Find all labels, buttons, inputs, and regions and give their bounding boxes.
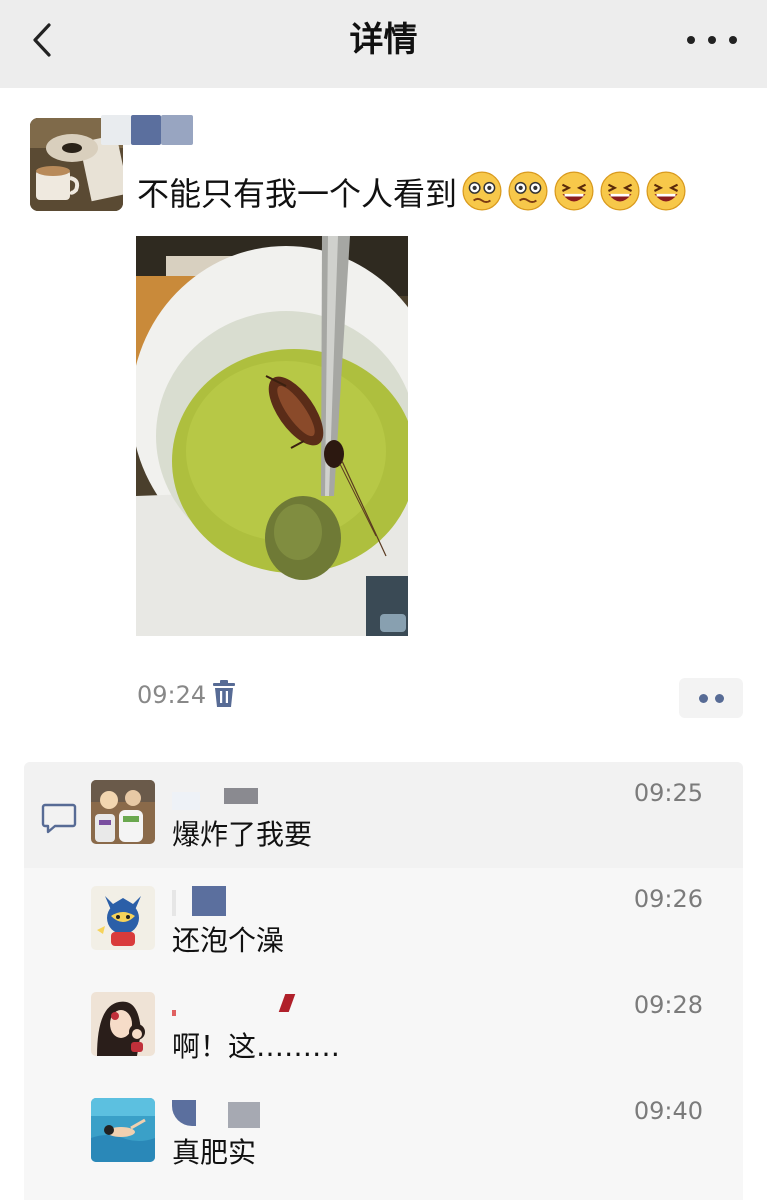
action-dot — [698, 693, 708, 703]
commenter-avatar[interactable] — [91, 886, 155, 950]
laughing-crying-face-icon — [600, 171, 640, 211]
comment-time: 09:40 — [633, 1097, 703, 1125]
commenter-name-redacted — [172, 994, 312, 1022]
comment-time: 09:26 — [633, 885, 703, 913]
more-dot — [729, 36, 737, 44]
commenter-name-redacted — [172, 886, 312, 916]
comment-time: 09:28 — [633, 991, 703, 1019]
page-title: 详情 — [349, 20, 418, 60]
woozy-face-icon — [462, 171, 502, 211]
photo-content — [136, 236, 408, 636]
woozy-face-icon — [508, 171, 548, 211]
comment-item[interactable]: 还泡个澡 09:26 — [24, 868, 743, 974]
avatar-image — [91, 886, 155, 950]
commenter-name-redacted — [172, 1100, 312, 1128]
post-timestamp: 09:24 — [137, 681, 207, 709]
comment-item[interactable]: 爆炸了我要 09:25 — [24, 762, 743, 868]
author-name-redacted — [101, 115, 131, 145]
comment-bubble-icon — [41, 803, 77, 834]
author-name-redacted — [161, 115, 193, 145]
trash-icon[interactable] — [211, 680, 237, 708]
action-dot — [714, 693, 724, 703]
comment-text: 爆炸了我要 — [172, 818, 313, 851]
comment-item[interactable]: 真肥实 09:40 — [24, 1080, 743, 1186]
laughing-crying-face-icon — [554, 171, 594, 211]
comment-item[interactable]: 啊！这……… 09:28 — [24, 974, 743, 1080]
post-text-body: 不能只有我一个人看到 — [137, 175, 458, 213]
comments-section: 爆炸了我要 09:25 还泡个澡 09:26 啊！这……… 09:28 真肥实 … — [24, 762, 743, 1200]
commenter-avatar[interactable] — [91, 992, 155, 1056]
author-name-redacted — [131, 115, 161, 145]
comment-time: 09:25 — [633, 779, 703, 807]
commenter-name-redacted — [172, 784, 312, 810]
comment-text: 真肥实 — [172, 1136, 257, 1169]
comment-text: 啊！这……… — [172, 1030, 341, 1063]
commenter-avatar[interactable] — [91, 780, 155, 844]
more-dot — [708, 36, 716, 44]
navigation-bar: 详情 — [0, 0, 767, 88]
post-text: 不能只有我一个人看到 — [137, 168, 687, 220]
avatar-image — [91, 1098, 155, 1162]
like-comment-button[interactable] — [679, 678, 743, 718]
more-dot — [687, 36, 695, 44]
avatar-image — [91, 992, 155, 1056]
more-button[interactable] — [687, 22, 737, 58]
comment-text: 还泡个澡 — [172, 924, 285, 957]
laughing-crying-face-icon — [646, 171, 686, 211]
avatar-image — [91, 780, 155, 844]
commenter-avatar[interactable] — [91, 1098, 155, 1162]
post-photo[interactable] — [136, 236, 408, 636]
